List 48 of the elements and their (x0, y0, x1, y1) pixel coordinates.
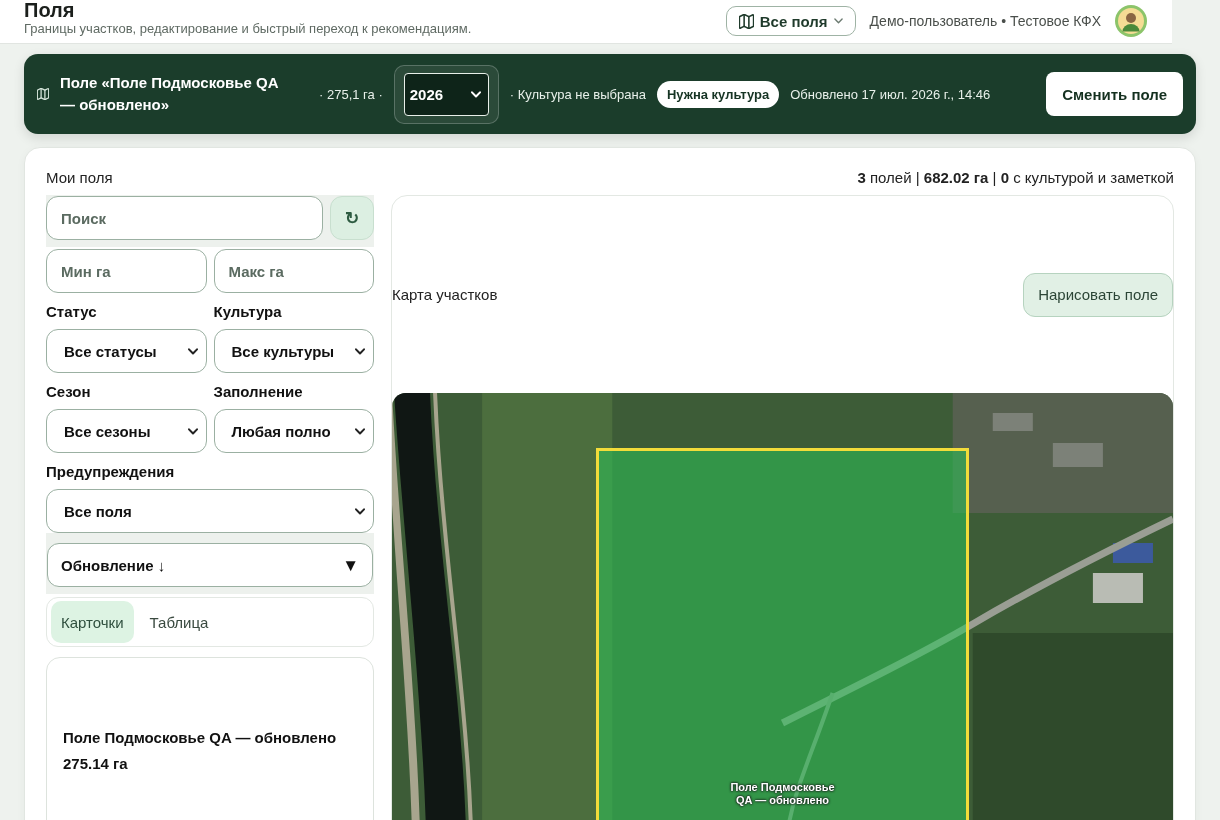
page-subtitle: Границы участков, редактирование и быстрый переход к рекомендациям. (24, 21, 472, 37)
filter-select[interactable]: Все поля (46, 489, 374, 533)
min-area-field[interactable]: Мин га (46, 249, 207, 293)
filter-select[interactable]: Все сезоны (46, 409, 207, 453)
field-name: Поле «Поле Подмосковье QA — обновлено» (60, 73, 279, 115)
filter-label: Предупреждения (46, 463, 175, 481)
chevron-down-icon (355, 427, 365, 435)
avatar-icon[interactable] (1115, 5, 1147, 37)
crop-status: · Культура не выбрана (509, 86, 646, 102)
caret-icon: ▼ (342, 556, 359, 574)
sort-select[interactable]: Обновление ↓ ▼ (47, 543, 373, 587)
field-card[interactable]: Поле Подмосковье QA — обновлено 275.14 га (46, 657, 374, 820)
max-area-field[interactable]: Макс га (213, 249, 374, 293)
field-card-area: 275.14 га (63, 751, 128, 777)
filter-select[interactable]: Все статусы (46, 329, 207, 373)
user-name: Демо-пользователь • Тестовое КФХ (869, 13, 1101, 29)
filter-label: Заполнение (213, 383, 303, 401)
map-icon (37, 88, 49, 100)
change-field-button[interactable]: Сменить поле (1046, 72, 1183, 116)
field-area: · 275,1 га · (319, 86, 383, 102)
page-title: Поля (24, 0, 75, 21)
chevron-down-icon (833, 18, 843, 24)
filter-select[interactable]: Любая полно (213, 409, 374, 453)
view-tab[interactable]: Карточки (51, 601, 134, 643)
filter-label: Культура (213, 303, 282, 321)
map-drawing[interactable] (392, 393, 1173, 820)
chevron-down-icon (187, 347, 198, 355)
section-title: Мои поля (46, 169, 113, 186)
view-tab[interactable]: Таблица (139, 601, 219, 643)
fields-scope-dropdown[interactable]: Все поля (725, 6, 856, 36)
chevron-down-icon (187, 427, 198, 435)
chevron-down-icon (355, 347, 365, 355)
filter-label: Статус (46, 303, 97, 321)
refresh-button[interactable]: ↻ (330, 196, 374, 240)
filter-label: Сезон (46, 383, 91, 401)
map-title: Карта участков (392, 286, 498, 303)
updated-time: Обновлено 17 июл. 2026 г., 14:46 (790, 86, 991, 102)
crop-needed-badge: Нужна культура (656, 80, 780, 108)
year-select[interactable]: 2026 (403, 72, 489, 116)
polygon-label: Поле Подмосковье QA — обновлено (729, 781, 836, 807)
search-field[interactable]: Поиск (46, 196, 323, 240)
chevron-down-icon (470, 90, 481, 98)
field-card-title: Поле Подмосковье QA — обновлено (63, 728, 337, 748)
filter-select[interactable]: Все культуры (213, 329, 374, 373)
fields-summary: 3 полей | 682.02 га | 0 с культурой и заметкой (857, 169, 1174, 186)
map-icon (738, 13, 754, 29)
draw-field-button[interactable]: Нарисовать поле (1023, 272, 1173, 317)
chevron-down-icon (355, 507, 365, 515)
